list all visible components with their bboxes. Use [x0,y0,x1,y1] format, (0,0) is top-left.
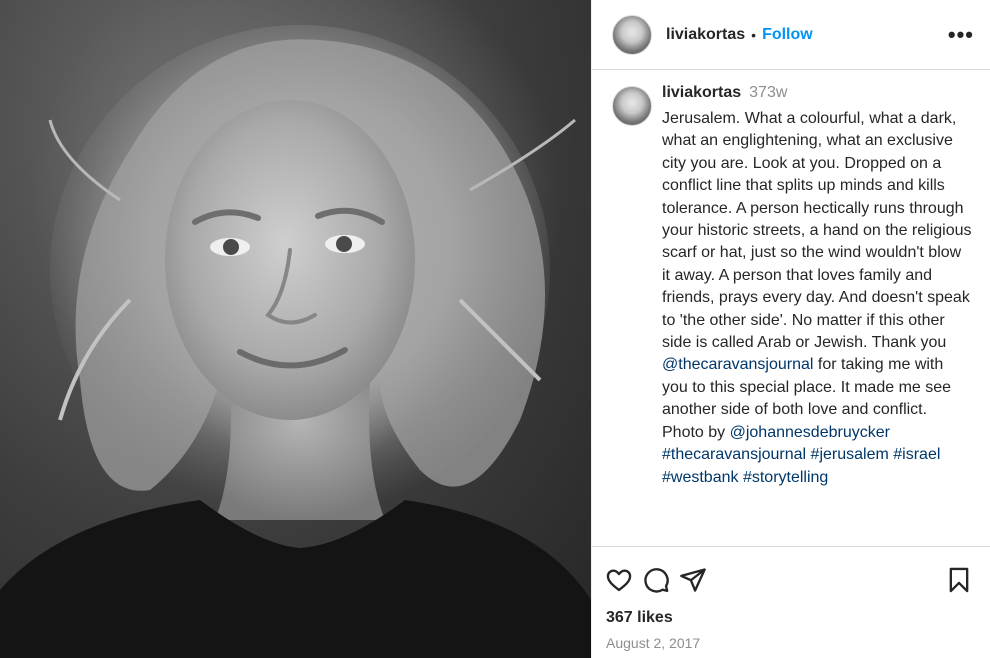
post-sidebar: liviakortas • Follow ••• liviakortas 373… [591,0,990,658]
separator-dot: • [751,26,757,43]
author-username[interactable]: liviakortas [666,26,745,44]
comments-section: liviakortas 373w Jerusalem. What a colou… [592,70,990,546]
hashtag-link[interactable]: #thecaravansjournal [662,446,806,463]
hashtag-link[interactable]: #westbank [662,469,739,486]
hashtag-link[interactable]: #storytelling [743,469,828,486]
share-icon[interactable] [678,565,708,595]
action-bar [604,565,974,595]
mention-link[interactable]: @thecaravansjournal [662,356,813,373]
caption-username[interactable]: liviakortas [662,84,741,102]
post-actions-area: 367 likes August 2, 2017 [592,546,990,658]
post-photo[interactable] [0,0,591,658]
instagram-post: liviakortas • Follow ••• liviakortas 373… [0,0,990,658]
hashtag-link[interactable]: #jerusalem [811,446,889,463]
bookmark-icon[interactable] [944,565,974,595]
post-header: liviakortas • Follow ••• [592,0,990,70]
hashtag-link[interactable]: #israel [893,446,940,463]
caption-text-part-1: Jerusalem. What a colourful, what a dark… [662,110,972,352]
follow-button[interactable]: Follow [762,26,813,44]
caption-avatar[interactable] [612,86,652,126]
caption-timestamp[interactable]: 373w [749,84,787,102]
mention-link[interactable]: @johannesdebruycker [730,424,890,441]
more-options-icon[interactable]: ••• [948,23,974,46]
heart-icon[interactable] [604,565,634,595]
post-date[interactable]: August 2, 2017 [604,635,974,651]
likes-count[interactable]: 367 likes [604,609,974,627]
caption-body: liviakortas 373w Jerusalem. What a colou… [662,84,972,489]
caption-text: Jerusalem. What a colourful, what a dark… [662,108,972,489]
comment-icon[interactable] [641,565,671,595]
portrait-photo [0,25,591,658]
caption-meta: liviakortas 373w [662,84,972,108]
caption: liviakortas 373w Jerusalem. What a colou… [612,84,974,489]
author-avatar[interactable] [612,14,652,55]
